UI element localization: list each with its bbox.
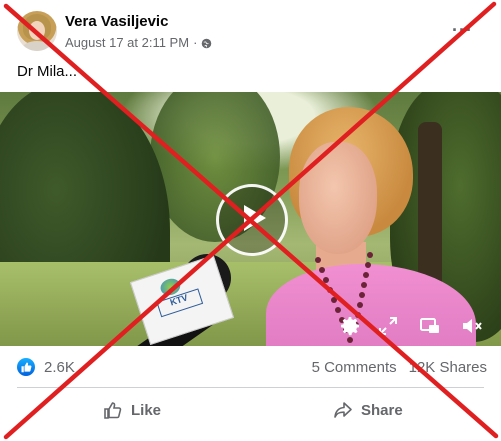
shares-count[interactable]: 12K Shares <box>409 359 487 376</box>
like-label: Like <box>131 401 162 419</box>
avatar-face <box>29 21 45 40</box>
post-meta: August 17 at 2:11 PM · <box>65 35 212 50</box>
share-button[interactable]: Share <box>333 394 403 426</box>
settings-icon[interactable] <box>338 314 362 338</box>
share-label: Share <box>361 401 403 419</box>
author-name[interactable]: Vera Vasiljevic <box>65 13 168 30</box>
post-stats: 2.6K 5 Comments 12K Shares <box>17 358 487 380</box>
divider <box>17 387 484 388</box>
more-options-button[interactable]: ··· <box>452 20 473 41</box>
post-timestamp[interactable]: August 17 at 2:11 PM <box>65 35 189 50</box>
share-arrow-icon <box>334 402 352 418</box>
comments-count[interactable]: 5 Comments <box>312 359 397 376</box>
globe-icon <box>201 37 212 49</box>
reaction-count[interactable]: 2.6K <box>44 359 75 376</box>
post-actions: Like Share <box>0 394 501 426</box>
picture-in-picture-icon[interactable] <box>418 314 442 338</box>
like-reaction-icon[interactable] <box>17 358 35 376</box>
meta-separator: · <box>193 35 198 50</box>
facebook-post: Vera Vasiljevic August 17 at 2:11 PM · ·… <box>0 0 501 441</box>
play-icon[interactable] <box>216 184 288 256</box>
like-button[interactable]: Like <box>103 394 161 426</box>
mute-icon[interactable] <box>460 314 484 338</box>
post-caption: Dr Mila... <box>17 63 77 80</box>
video-player[interactable]: KTV <box>0 92 501 346</box>
author-avatar[interactable] <box>17 11 57 51</box>
fullscreen-icon[interactable] <box>376 314 400 338</box>
avatar-body <box>22 41 52 51</box>
thumbs-up-icon <box>104 402 122 419</box>
stats-right: 5 Comments 12K Shares <box>312 359 487 376</box>
video-person-face <box>299 142 377 254</box>
